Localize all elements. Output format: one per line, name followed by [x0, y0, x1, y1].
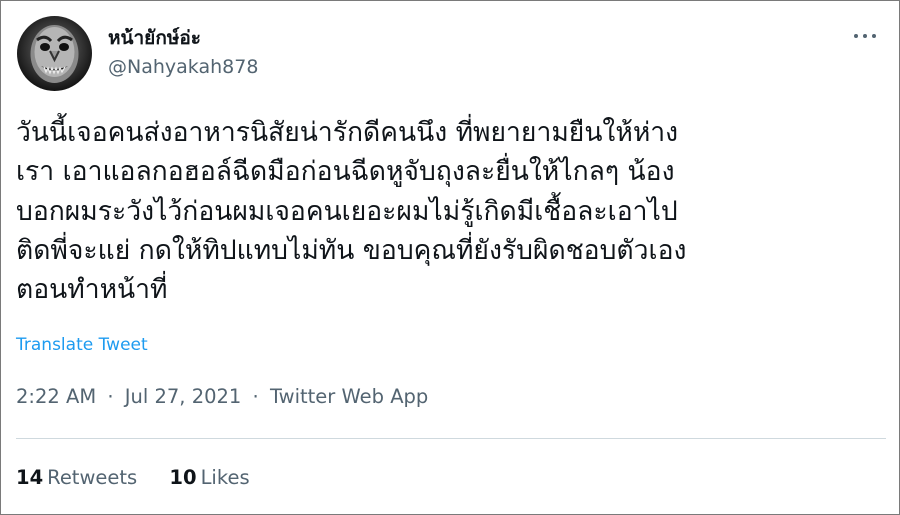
likes-label: Likes: [200, 466, 250, 489]
tweet-text: วันนี้เจอคนส่งอาหารนิสัยน่ารักดีคนนึง ที…: [16, 113, 886, 309]
author-handle[interactable]: @Nahyakah878: [108, 56, 258, 78]
author-display-name[interactable]: หน้ายักษ์อ่ะ: [108, 23, 201, 53]
tweet-date[interactable]: Jul 27, 2021: [125, 385, 242, 408]
tweet-source[interactable]: Twitter Web App: [270, 385, 428, 408]
tweet-text-line: ติดพี่จะแย่ กดให้ทิปแทบไม่ทัน ขอบคุณที่ย…: [16, 234, 687, 266]
more-horizontal-icon: [854, 34, 858, 38]
more-horizontal-icon-dot: [863, 34, 867, 38]
avatar-mask-image: [30, 25, 79, 83]
avatar[interactable]: [17, 16, 92, 91]
meta-separator: ·: [252, 385, 259, 408]
tweet-text-line: บอกผมระวังไว้ก่อนผมเจอคนเยอะผมไม่รู้เกิด…: [16, 195, 678, 227]
tweet-text-line: ตอนทำหน้าที่: [16, 274, 168, 306]
retweets-label: Retweets: [47, 466, 138, 489]
more-horizontal-icon-dot: [872, 34, 876, 38]
retweets-stat[interactable]: 14 Retweets: [16, 466, 137, 489]
tweet-text-line: วันนี้เจอคนส่งอาหารนิสัยน่ารักดีคนนึง ที…: [16, 117, 679, 148]
translate-tweet-link[interactable]: Translate Tweet: [16, 335, 148, 355]
meta-separator: ·: [107, 385, 114, 408]
tweet-text-line: เรา เอาแอลกอฮอล์ฉีดมือก่อนฉีดหูจับถุงละย…: [16, 156, 675, 188]
retweets-count: 14: [16, 466, 44, 489]
tweet-card: หน้ายักษ์อ่ะ @Nahyakah878 วันนี้เจอคนส่ง…: [0, 0, 900, 515]
tweet-stats: 14 Retweets 10 Likes: [16, 466, 276, 489]
tweet-time[interactable]: 2:22 AM: [16, 385, 96, 408]
more-options-button[interactable]: [849, 23, 881, 49]
tweet-metadata: 2:22 AM · Jul 27, 2021 · Twitter Web App: [16, 385, 428, 408]
likes-count: 10: [169, 466, 197, 489]
divider: [16, 438, 886, 439]
likes-stat[interactable]: 10 Likes: [169, 466, 249, 489]
